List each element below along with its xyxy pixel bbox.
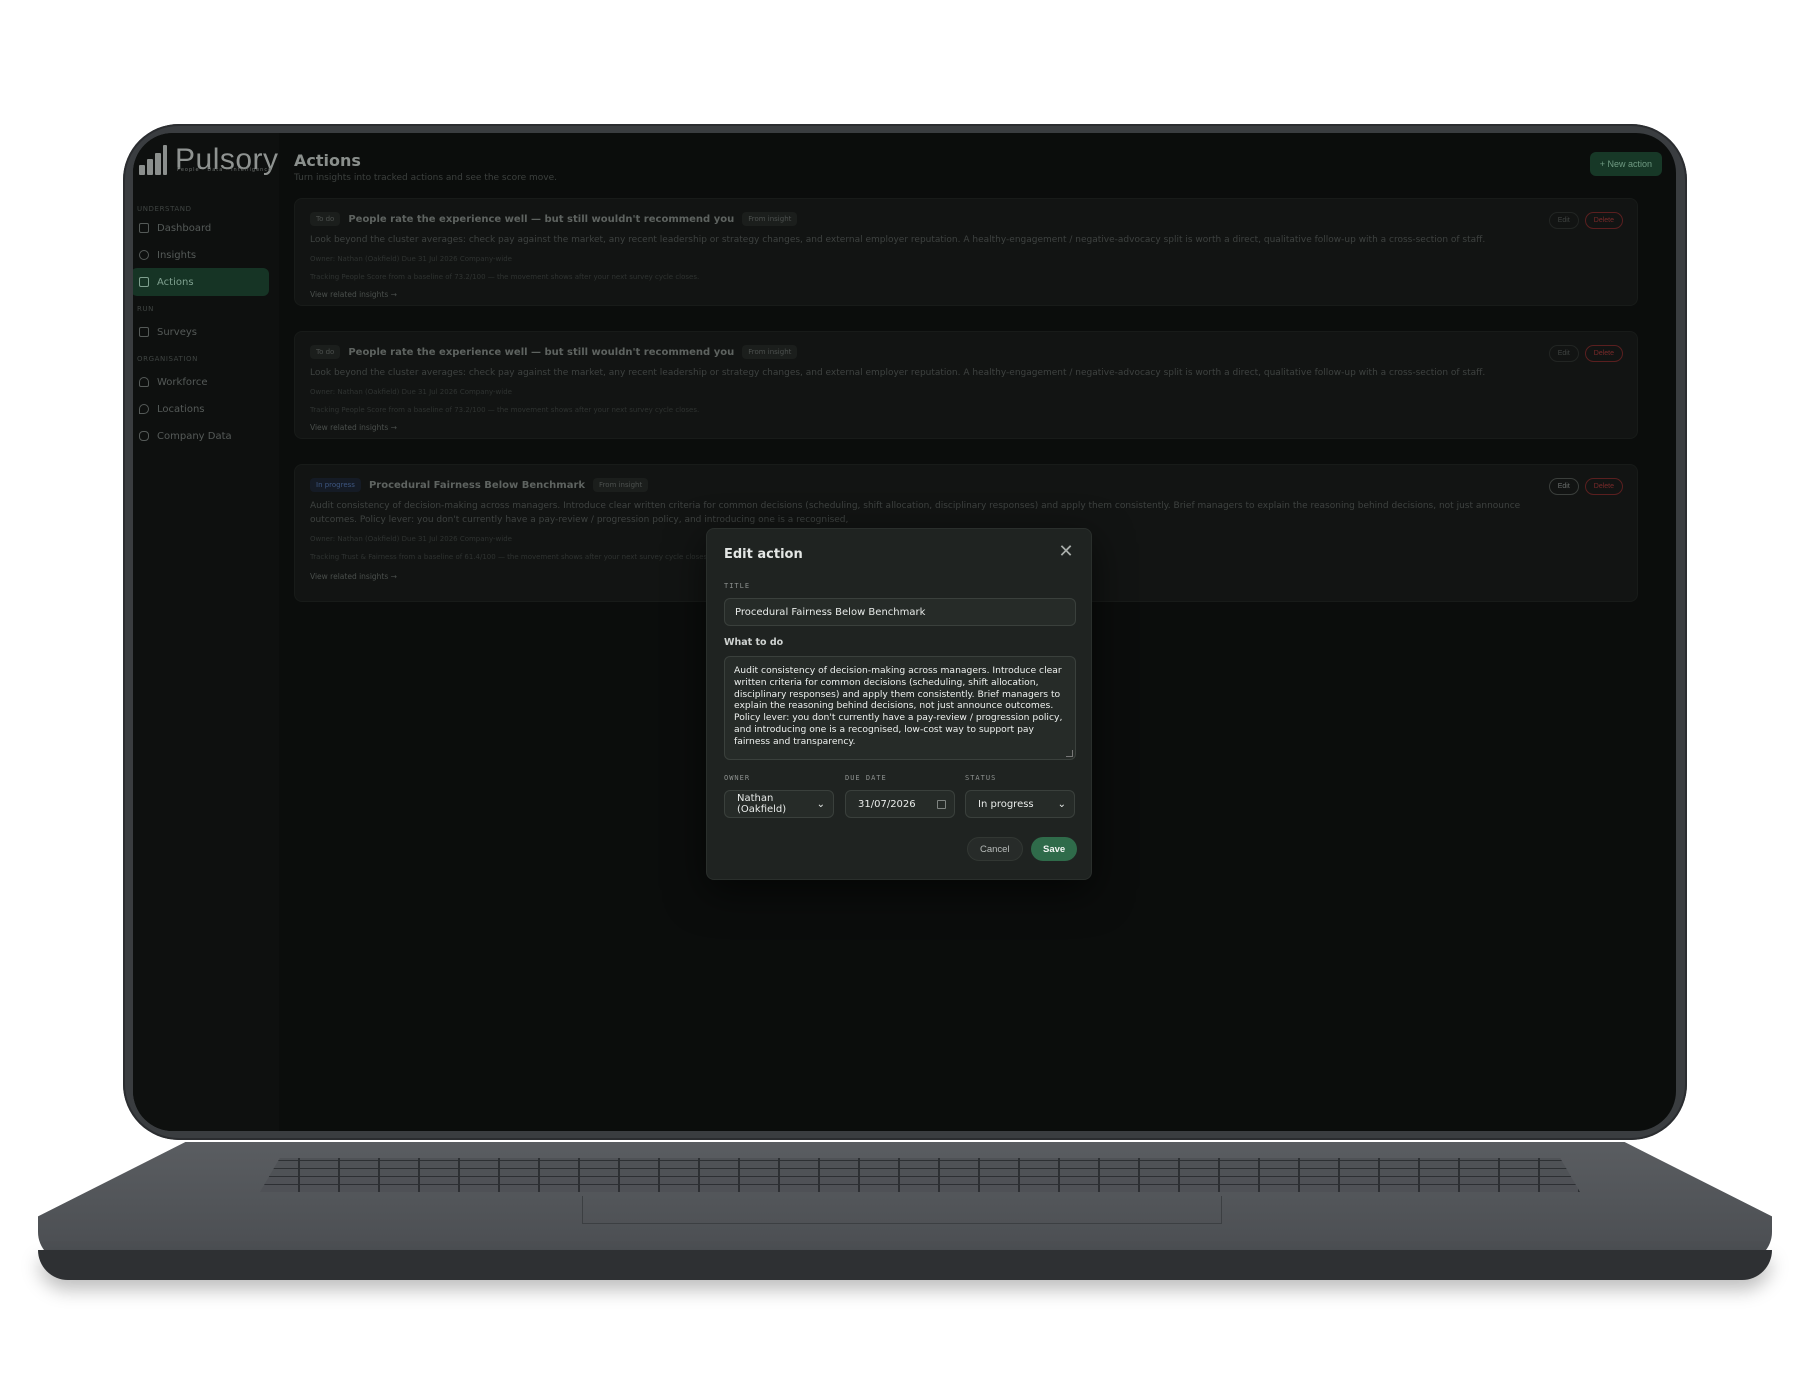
- action-title: People rate the experience well — but st…: [348, 213, 735, 225]
- checklist-icon: [139, 277, 149, 287]
- chevron-down-icon: ⌄: [816, 798, 825, 810]
- edit-button[interactable]: Edit: [1548, 345, 1579, 362]
- action-meta: Owner: Nathan (Oakfield) Due 31 Jul 2026…: [310, 388, 512, 396]
- sidebar: Pulsory People · Data · Intelligence UND…: [133, 133, 279, 1131]
- status-badge: To do: [310, 212, 341, 226]
- what-to-do-label: What to do: [724, 637, 784, 648]
- action-description: Look beyond the cluster averages: check …: [310, 235, 1486, 245]
- action-tracking: Tracking Trust & Fairness from a baselin…: [310, 553, 710, 561]
- sidebar-item-locations[interactable]: Locations: [133, 395, 269, 423]
- due-date-value: 31/07/2026: [858, 798, 916, 810]
- sidebar-item-label: Company Data: [157, 430, 232, 442]
- action-description: Look beyond the cluster averages: check …: [310, 368, 1486, 378]
- sidebar-item-workforce[interactable]: Workforce: [133, 368, 269, 396]
- action-meta: Owner: Nathan (Oakfield) Due 31 Jul 2026…: [310, 535, 512, 543]
- action-meta: Owner: Nathan (Oakfield) Due 31 Jul 2026…: [310, 255, 512, 263]
- edit-button[interactable]: Edit: [1548, 212, 1579, 229]
- title-label: TITLE: [724, 582, 751, 590]
- owner-value: Nathan (Oakfield): [737, 793, 787, 815]
- source-badge: From insight: [742, 345, 798, 359]
- action-card: To do People rate the experience well — …: [294, 198, 1638, 306]
- calendar-icon[interactable]: [937, 799, 946, 809]
- nav-section-run: RUN: [137, 305, 155, 313]
- app-tagline: People · Data · Intelligence: [177, 167, 273, 173]
- logo-bars-icon: [137, 143, 171, 177]
- location-pin-icon: [139, 404, 149, 414]
- chevron-down-icon: ⌄: [1057, 798, 1066, 810]
- sidebar-item-label: Actions: [157, 276, 194, 288]
- source-badge: From insight: [593, 478, 649, 492]
- users-icon: [139, 377, 149, 387]
- sidebar-item-insights[interactable]: Insights: [133, 241, 269, 269]
- status-select[interactable]: In progress ⌄: [965, 790, 1075, 818]
- action-title: Procedural Fairness Below Benchmark: [368, 479, 586, 491]
- action-description: Audit consistency of decision-making acr…: [310, 501, 1521, 525]
- sidebar-item-label: Workforce: [157, 376, 208, 388]
- action-tracking: Tracking People Score from a baseline of…: [310, 406, 700, 414]
- owner-select[interactable]: Nathan (Oakfield) ⌄: [724, 790, 834, 818]
- due-date-label: DUE DATE: [845, 774, 887, 782]
- laptop-trackpad: [582, 1196, 1222, 1224]
- what-to-do-text: Audit consistency of decision-making acr…: [734, 665, 1063, 747]
- sidebar-item-actions[interactable]: Actions: [133, 268, 269, 296]
- delete-button[interactable]: Delete: [1584, 345, 1623, 362]
- action-title: People rate the experience well — but st…: [348, 346, 735, 358]
- delete-button[interactable]: Delete: [1584, 478, 1623, 495]
- sidebar-item-label: Dashboard: [157, 222, 212, 234]
- resize-handle[interactable]: [1066, 750, 1073, 757]
- source-badge: From insight: [742, 212, 798, 226]
- save-button[interactable]: Save: [1031, 837, 1078, 861]
- status-badge: To do: [310, 345, 341, 359]
- page-title: Actions: [294, 151, 361, 170]
- new-action-button[interactable]: + New action: [1589, 152, 1662, 176]
- view-insights-link[interactable]: View related insights →: [310, 290, 397, 299]
- what-to-do-textarea[interactable]: Audit consistency of decision-making acr…: [724, 656, 1076, 760]
- due-date-input[interactable]: 31/07/2026: [845, 790, 955, 818]
- edit-button[interactable]: Edit: [1548, 478, 1579, 495]
- lightbulb-icon: [139, 250, 149, 260]
- sidebar-item-label: Insights: [157, 249, 197, 261]
- status-badge: In progress: [310, 478, 361, 492]
- sidebar-item-dashboard[interactable]: Dashboard: [133, 214, 269, 242]
- close-icon[interactable]: ✕: [1058, 543, 1074, 561]
- sidebar-item-label: Locations: [157, 403, 205, 415]
- status-value: In progress: [978, 798, 1034, 810]
- sidebar-item-company-data[interactable]: Company Data: [133, 422, 269, 450]
- nav-section-organisation: ORGANISATION: [137, 355, 198, 363]
- view-insights-link[interactable]: View related insights →: [310, 572, 397, 581]
- nav-section-understand: UNDERSTAND: [137, 205, 192, 213]
- title-input[interactable]: Procedural Fairness Below Benchmark: [724, 598, 1076, 626]
- page-subtitle: Turn insights into tracked actions and s…: [294, 173, 557, 183]
- cancel-button[interactable]: Cancel: [967, 837, 1023, 861]
- view-insights-link[interactable]: View related insights →: [310, 423, 397, 432]
- action-tracking: Tracking People Score from a baseline of…: [310, 273, 700, 281]
- owner-label: OWNER: [724, 774, 751, 782]
- dashboard-icon: [139, 223, 149, 233]
- status-label: STATUS: [965, 774, 997, 782]
- laptop-keyboard: [260, 1158, 1580, 1192]
- database-icon: [139, 431, 149, 441]
- edit-action-modal: Edit action ✕ TITLE Procedural Fairness …: [706, 528, 1092, 880]
- sidebar-item-surveys[interactable]: Surveys: [133, 318, 269, 346]
- clipboard-icon: [139, 327, 149, 337]
- action-card: To do People rate the experience well — …: [294, 331, 1638, 439]
- modal-title: Edit action: [724, 547, 803, 562]
- sidebar-item-label: Surveys: [157, 326, 197, 338]
- laptop-base-edge: [38, 1250, 1772, 1280]
- delete-button[interactable]: Delete: [1584, 212, 1623, 229]
